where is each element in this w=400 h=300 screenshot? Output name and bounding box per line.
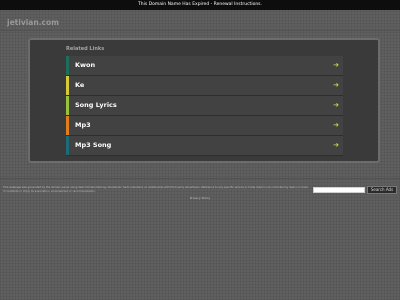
link-label: Kwon [75, 61, 96, 69]
link-color-bar [66, 116, 69, 135]
arrow-right-icon: ➔ [333, 81, 339, 89]
related-links-panel: Related Links Kwon ➔ Ke ➔ Song Lyrics ➔ … [28, 38, 380, 163]
link-song-lyrics[interactable]: Song Lyrics ➔ [66, 96, 343, 116]
link-label: Song Lyrics [75, 101, 117, 109]
expired-domain-banner[interactable]: This Domain Name Has Expired - Renewal I… [0, 0, 400, 10]
search-input[interactable] [313, 187, 365, 193]
disclaimer-text: This webpage was generated by the domain… [3, 186, 308, 193]
arrow-right-icon: ➔ [333, 121, 339, 129]
privacy-policy-link[interactable]: Privacy Policy [0, 196, 400, 200]
link-color-bar [66, 76, 69, 95]
link-color-bar [66, 56, 69, 75]
link-color-bar [66, 96, 69, 115]
related-links-list: Kwon ➔ Ke ➔ Song Lyrics ➔ Mp3 ➔ Mp3 Song… [66, 56, 343, 156]
domain-name: jetivian.com [7, 18, 59, 27]
link-kwon[interactable]: Kwon ➔ [66, 56, 343, 76]
search-ads-button[interactable]: Search Ads [367, 186, 397, 194]
link-ke[interactable]: Ke ➔ [66, 76, 343, 96]
footer-divider [0, 178, 400, 179]
link-color-bar [66, 136, 69, 155]
arrow-right-icon: ➔ [333, 61, 339, 69]
header-divider [0, 30, 400, 31]
arrow-right-icon: ➔ [333, 101, 339, 109]
panel-title: Related Links [66, 46, 105, 52]
link-label: Ke [75, 81, 85, 89]
arrow-right-icon: ➔ [333, 141, 339, 149]
link-label: Mp3 Song [75, 141, 112, 149]
link-mp3-song[interactable]: Mp3 Song ➔ [66, 136, 343, 156]
link-mp3[interactable]: Mp3 ➔ [66, 116, 343, 136]
link-label: Mp3 [75, 121, 91, 129]
